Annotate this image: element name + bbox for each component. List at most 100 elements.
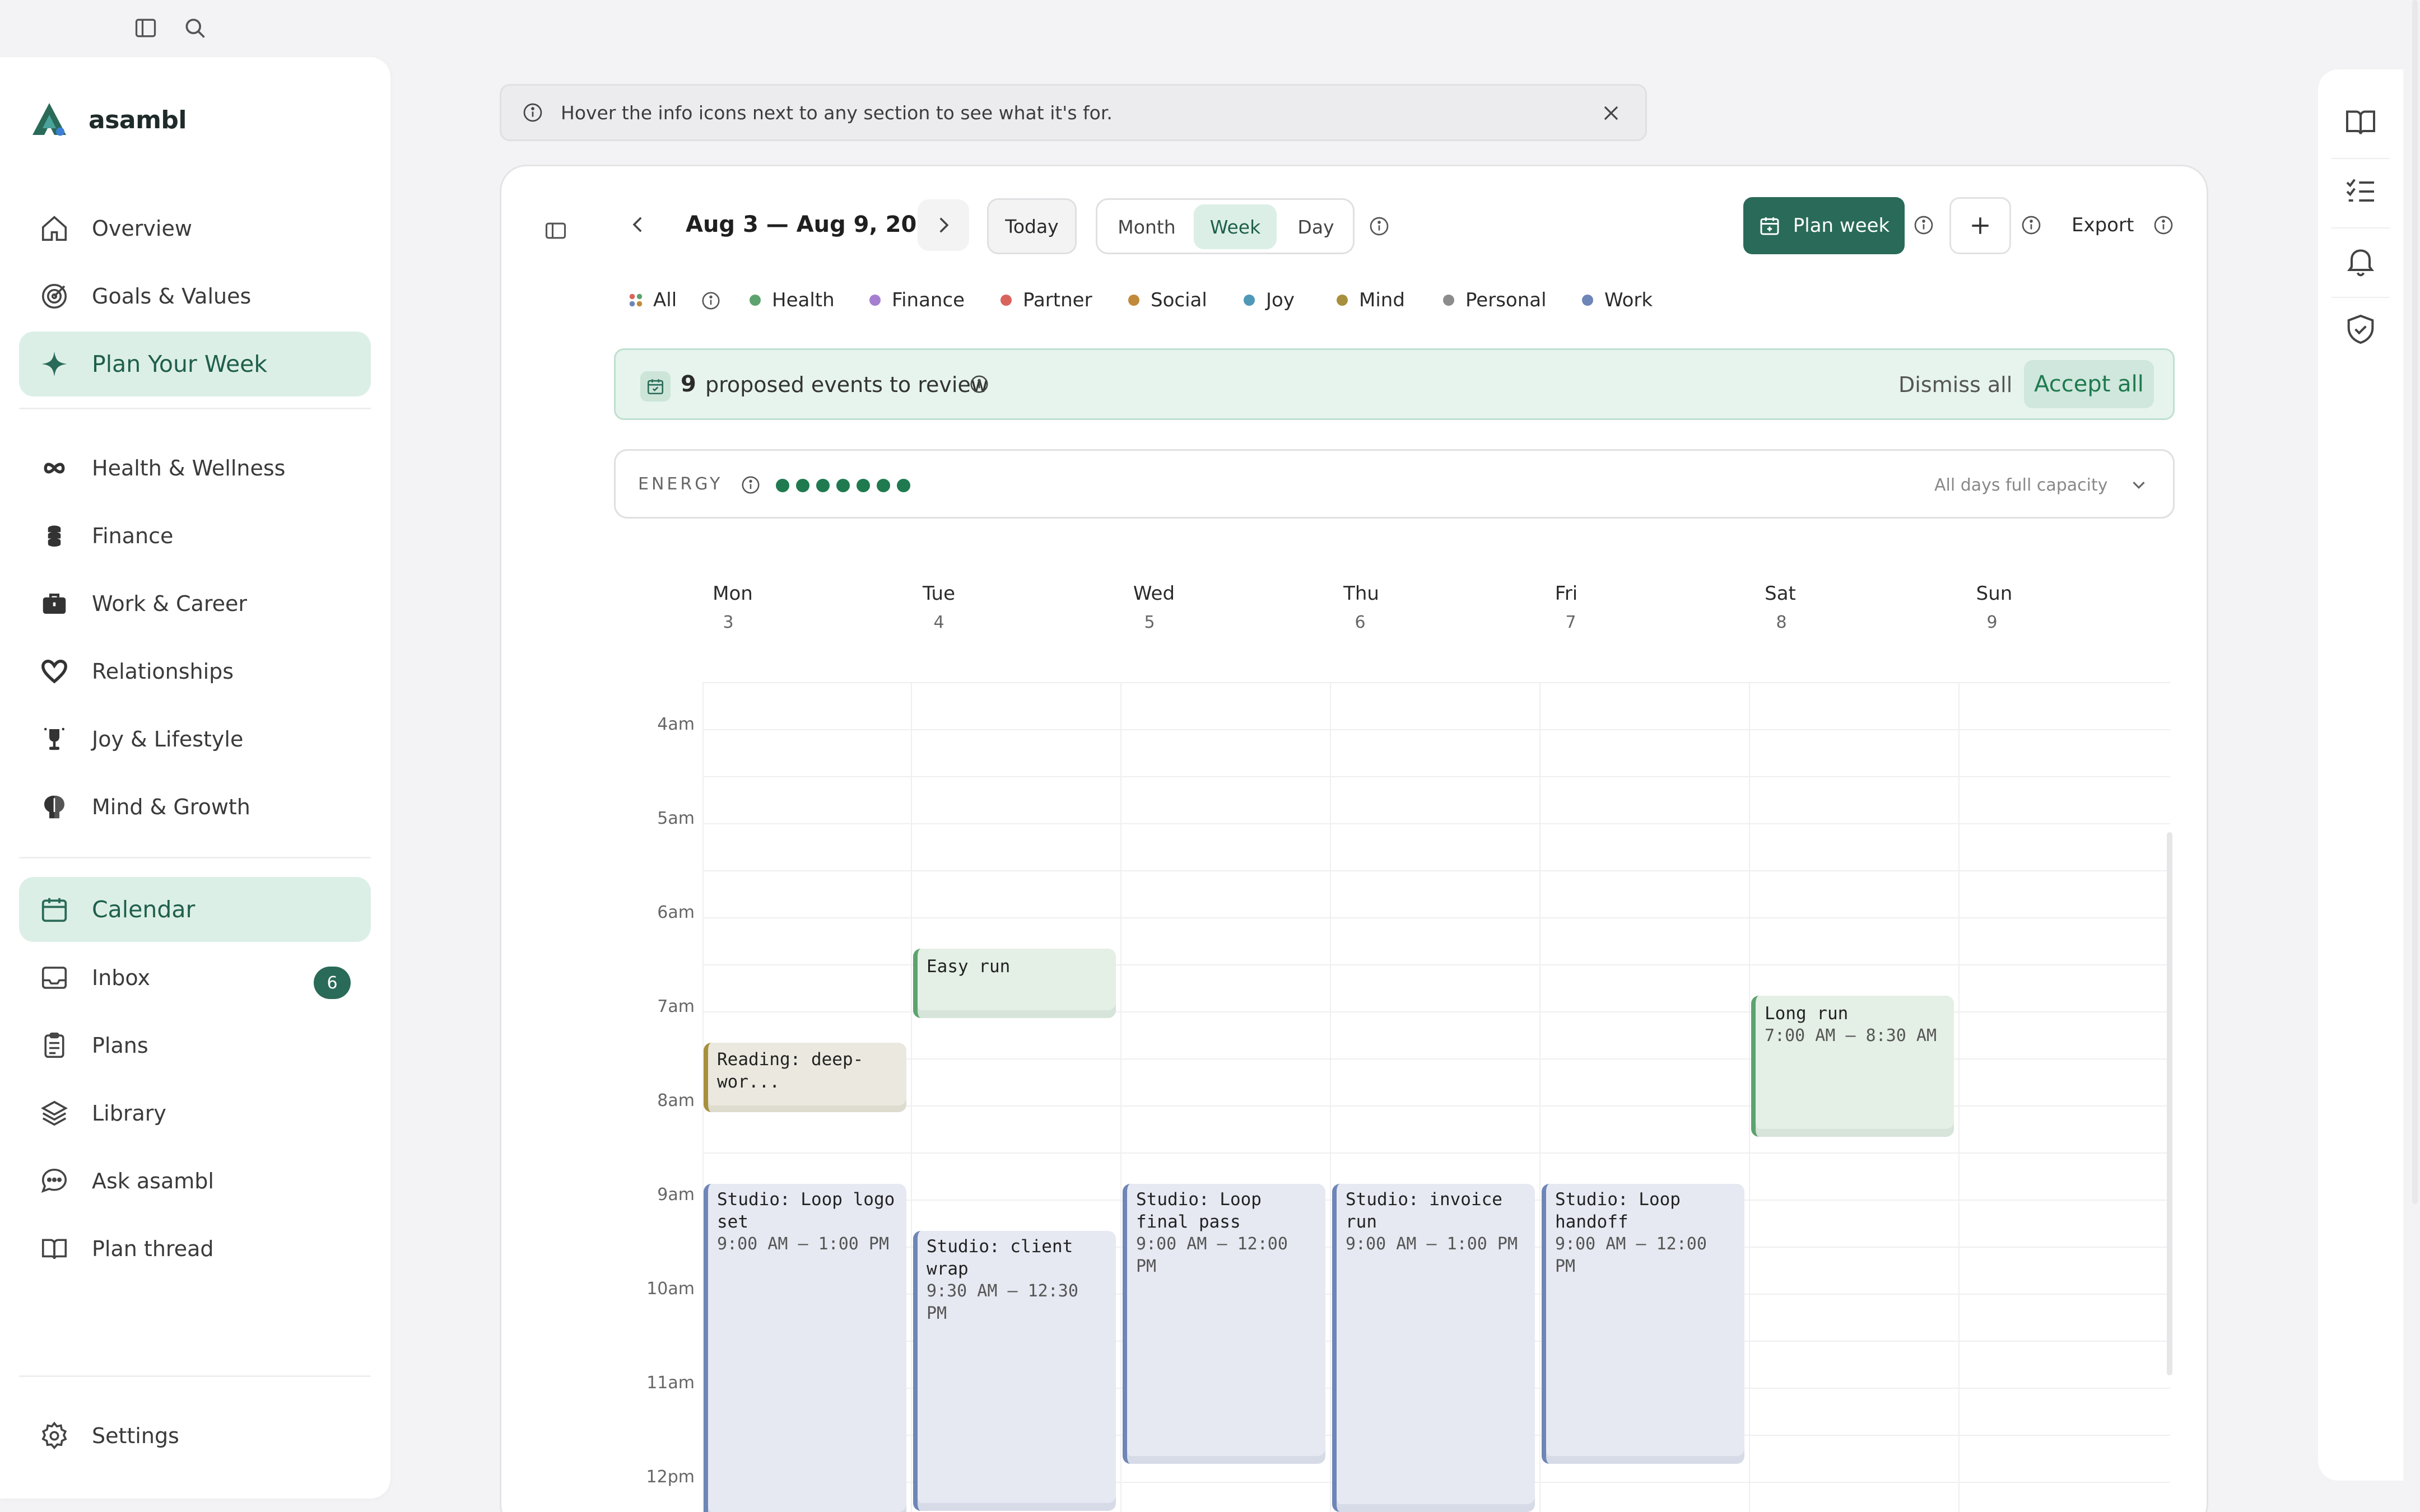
nav-library[interactable]: Library bbox=[19, 1081, 371, 1146]
today-button[interactable]: Today bbox=[987, 198, 1077, 254]
capacity-select[interactable]: All days full capacity bbox=[1934, 475, 2108, 495]
shield-check-icon[interactable] bbox=[2343, 311, 2379, 347]
layers-icon bbox=[39, 1098, 69, 1128]
energy-bar[interactable]: ENERGY All days full capacity bbox=[614, 449, 2175, 519]
book-open-icon bbox=[39, 1234, 69, 1264]
info-icon[interactable] bbox=[740, 474, 761, 496]
view-month[interactable]: Month bbox=[1109, 204, 1185, 249]
event-easy-run[interactable]: Easy run bbox=[913, 949, 1116, 1018]
info-icon[interactable] bbox=[700, 290, 722, 311]
book-icon[interactable] bbox=[2343, 104, 2379, 140]
accept-all-button[interactable]: Accept all bbox=[2024, 360, 2154, 408]
event-studio-loop-final-pass[interactable]: Studio: Loop final pass 9:00 AM — 12:00 … bbox=[1123, 1184, 1325, 1464]
chevron-down-icon[interactable] bbox=[2128, 474, 2149, 496]
event-reading[interactable]: Reading: deep-wor... bbox=[704, 1043, 906, 1112]
event-studio-invoice-run[interactable]: Studio: invoice run 9:00 AM — 1:00 PM bbox=[1332, 1184, 1535, 1512]
filter-finance[interactable]: Finance bbox=[869, 289, 965, 311]
filter-personal[interactable]: Personal bbox=[1443, 289, 1547, 311]
heart-icon bbox=[39, 656, 69, 687]
event-studio-loop-logo-set[interactable]: Studio: Loop logo set 9:00 AM — 1:00 PM bbox=[704, 1184, 906, 1512]
brand-name: asambl bbox=[89, 105, 187, 134]
nav-joy-lifestyle[interactable]: Joy & Lifestyle bbox=[19, 707, 371, 772]
event-time: 9:00 AM — 1:00 PM bbox=[1346, 1234, 1518, 1254]
rail-divider bbox=[2331, 297, 2390, 298]
calendar-scrollbar[interactable] bbox=[2167, 832, 2172, 1375]
nav-label: Inbox bbox=[92, 965, 150, 990]
nav-health-wellness[interactable]: Health & Wellness bbox=[19, 436, 371, 501]
nav-inbox[interactable]: Inbox 6 bbox=[19, 945, 371, 1010]
nav-work-career[interactable]: Work & Career bbox=[19, 571, 371, 636]
info-icon[interactable] bbox=[1912, 214, 1935, 236]
nav-plans[interactable]: Plans bbox=[19, 1013, 371, 1078]
inbox-count-badge: 6 bbox=[314, 967, 351, 999]
nav-label: Joy & Lifestyle bbox=[92, 727, 244, 752]
event-long-run[interactable]: Long run 7:00 AM — 8:30 AM bbox=[1751, 996, 1954, 1137]
info-icon[interactable] bbox=[2152, 214, 2175, 236]
energy-label: ENERGY bbox=[638, 474, 723, 494]
search-icon[interactable] bbox=[183, 16, 207, 40]
proposed-text: proposed events to review bbox=[705, 372, 988, 397]
info-icon[interactable] bbox=[969, 374, 990, 395]
energy-dot bbox=[857, 479, 870, 492]
bell-icon[interactable] bbox=[2343, 243, 2379, 279]
export-button[interactable]: Export bbox=[2072, 214, 2134, 236]
nav-label: Library bbox=[92, 1101, 166, 1126]
partner-dot bbox=[1000, 295, 1012, 306]
nav-ask-asambl[interactable]: Ask asambl bbox=[19, 1149, 371, 1214]
health-dot bbox=[750, 295, 761, 306]
plus-icon bbox=[1972, 217, 1989, 234]
filter-mind[interactable]: Mind bbox=[1337, 289, 1405, 311]
nav-overview[interactable]: Overview bbox=[19, 196, 371, 261]
filter-work[interactable]: Work bbox=[1582, 289, 1653, 311]
nav-calendar[interactable]: Calendar bbox=[19, 877, 371, 942]
event-studio-client-wrap[interactable]: Studio: client wrap 9:30 AM — 12:30 PM bbox=[913, 1231, 1116, 1511]
hour-label: 7am bbox=[657, 997, 695, 1016]
nav-label: Calendar bbox=[92, 896, 196, 923]
plan-week-label: Plan week bbox=[1793, 214, 1890, 237]
add-event-button[interactable] bbox=[1949, 197, 2011, 254]
event-studio-loop-handoff[interactable]: Studio: Loop handoff 9:00 AM — 12:00 PM bbox=[1542, 1184, 1744, 1464]
calendar-check-icon bbox=[640, 371, 671, 402]
nav-label: Settings bbox=[92, 1424, 179, 1448]
grid-dots-icon bbox=[629, 293, 643, 307]
day-number: 6 bbox=[1355, 613, 1366, 632]
brain-icon bbox=[39, 792, 69, 822]
view-day[interactable]: Day bbox=[1285, 204, 1347, 249]
nav-goals-values[interactable]: Goals & Values bbox=[19, 264, 371, 329]
filter-joy[interactable]: Joy bbox=[1244, 289, 1295, 311]
nav-finance[interactable]: Finance bbox=[19, 503, 371, 568]
nav-plan-your-week[interactable]: Plan Your Week bbox=[19, 332, 371, 396]
sparkle-icon bbox=[39, 349, 69, 379]
day-number: 7 bbox=[1565, 613, 1576, 632]
filter-health[interactable]: Health bbox=[750, 289, 835, 311]
brand[interactable]: asambl bbox=[29, 100, 187, 140]
nav-relationships[interactable]: Relationships bbox=[19, 639, 371, 704]
filter-all[interactable]: All bbox=[629, 289, 677, 311]
sidebar-toggle-icon[interactable] bbox=[133, 16, 158, 40]
nav-label: Relationships bbox=[92, 659, 234, 684]
checklist-icon[interactable] bbox=[2343, 174, 2379, 209]
energy-dot bbox=[816, 479, 830, 492]
filter-label: Health bbox=[772, 289, 835, 311]
nav-label: Health & Wellness bbox=[92, 456, 286, 480]
nav-mind-growth[interactable]: Mind & Growth bbox=[19, 774, 371, 839]
view-week[interactable]: Week bbox=[1194, 204, 1277, 249]
page-scrollbar[interactable] bbox=[2412, 0, 2418, 1204]
close-icon[interactable] bbox=[1600, 102, 1622, 124]
dismiss-all-button[interactable]: Dismiss all bbox=[1898, 372, 2012, 397]
grid-line bbox=[702, 870, 2170, 871]
chevron-left-icon[interactable] bbox=[626, 213, 650, 236]
info-icon[interactable] bbox=[1368, 215, 1390, 237]
event-title: Easy run bbox=[927, 956, 1011, 977]
filter-social[interactable]: Social bbox=[1128, 289, 1207, 311]
nav-plan-thread[interactable]: Plan thread bbox=[19, 1216, 371, 1281]
filter-partner[interactable]: Partner bbox=[1000, 289, 1092, 311]
inbox-icon bbox=[39, 963, 69, 993]
info-icon[interactable] bbox=[2020, 214, 2042, 236]
chevron-right-button[interactable] bbox=[918, 199, 969, 251]
hour-label: 8am bbox=[657, 1091, 695, 1110]
proposed-count: 9 bbox=[681, 371, 696, 397]
nav-settings[interactable]: Settings bbox=[19, 1403, 371, 1468]
panel-toggle-icon[interactable] bbox=[543, 218, 568, 243]
plan-week-button[interactable]: Plan week bbox=[1743, 197, 1905, 254]
